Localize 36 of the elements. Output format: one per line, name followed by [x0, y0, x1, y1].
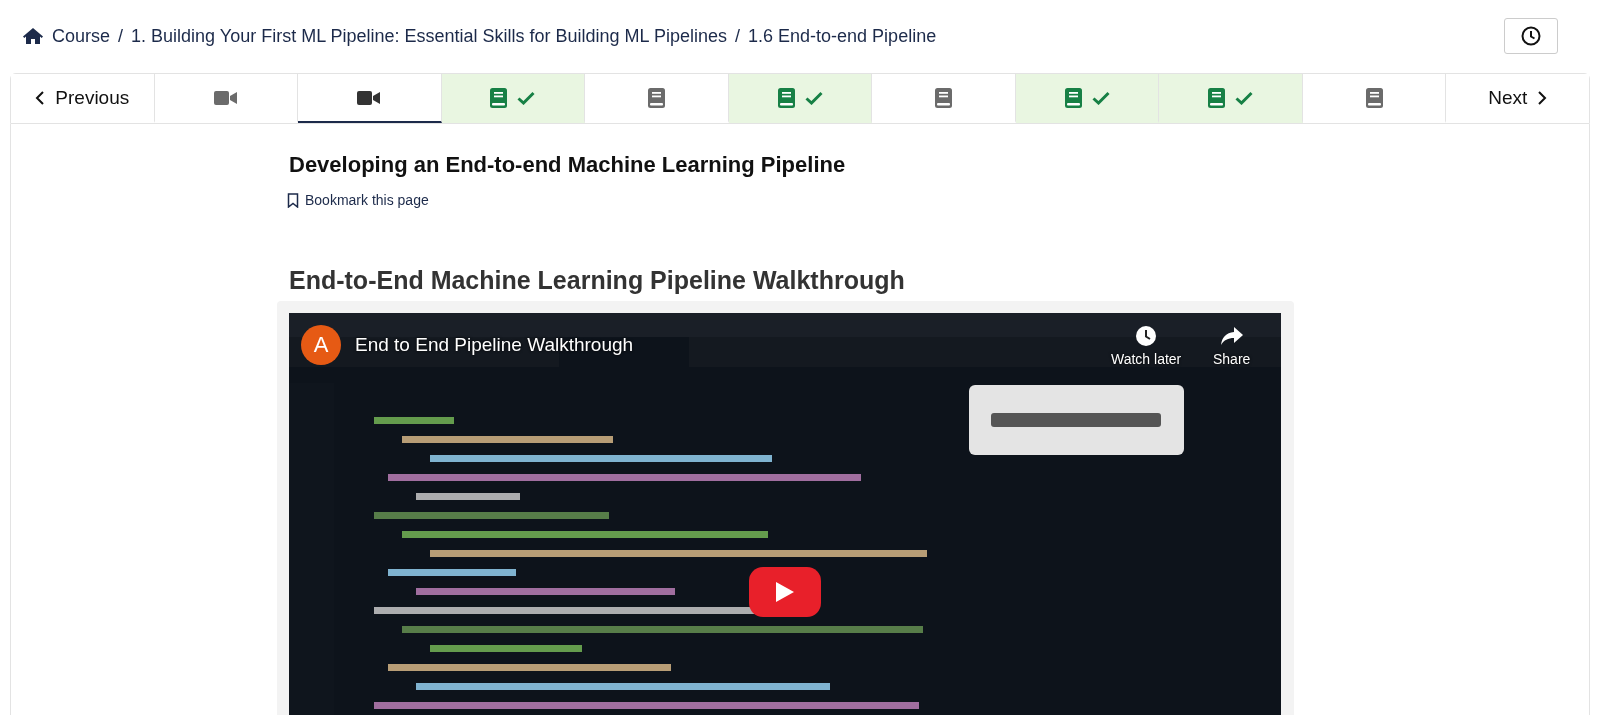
previous-button[interactable]: Previous — [11, 74, 155, 123]
bookmark-button[interactable]: Bookmark this page — [287, 192, 429, 208]
book-icon — [935, 87, 953, 108]
unit-tab[interactable] — [298, 74, 442, 123]
watch-later-button[interactable]: Watch later — [1111, 324, 1182, 367]
breadcrumb-current: 1.6 End-to-end Pipeline — [748, 25, 937, 47]
page-title: Developing an End-to-end Machine Learning Pipeline — [289, 152, 847, 178]
clock-icon — [1135, 324, 1158, 347]
play-button[interactable] — [749, 566, 821, 617]
video-camera-icon — [357, 89, 382, 106]
section-title: End-to-End Machine Learning Pipeline Walkthrough — [289, 265, 906, 295]
share-arrow-icon — [1219, 324, 1244, 347]
book-icon — [1064, 87, 1082, 108]
video-camera-icon — [213, 89, 238, 106]
check-icon — [517, 90, 536, 105]
breadcrumb-separator: / — [118, 25, 124, 47]
play-icon — [775, 580, 795, 603]
video-title[interactable]: End to End Pipeline Walkthrough — [355, 333, 634, 356]
book-icon — [647, 87, 665, 108]
clock-icon — [1521, 26, 1541, 46]
bookmark-icon — [287, 192, 299, 208]
book-icon — [777, 87, 795, 108]
breadcrumb-link[interactable]: Course — [52, 25, 111, 47]
check-icon — [1091, 90, 1110, 105]
breadcrumb-separator: / — [735, 25, 741, 47]
book-icon — [490, 87, 508, 108]
share-button[interactable]: Share — [1213, 324, 1251, 367]
check-icon — [1235, 90, 1254, 105]
history-button[interactable] — [1504, 18, 1558, 54]
chevron-right-icon — [1537, 90, 1548, 105]
home-icon — [22, 27, 44, 45]
check-icon — [804, 90, 823, 105]
breadcrumb-link[interactable]: 1. Building Your First ML Pipeline: Essential Skills for Building ML Pipelines — [131, 25, 727, 47]
book-icon — [1208, 87, 1226, 108]
chevron-left-icon — [35, 90, 46, 105]
book-icon — [1365, 87, 1383, 108]
